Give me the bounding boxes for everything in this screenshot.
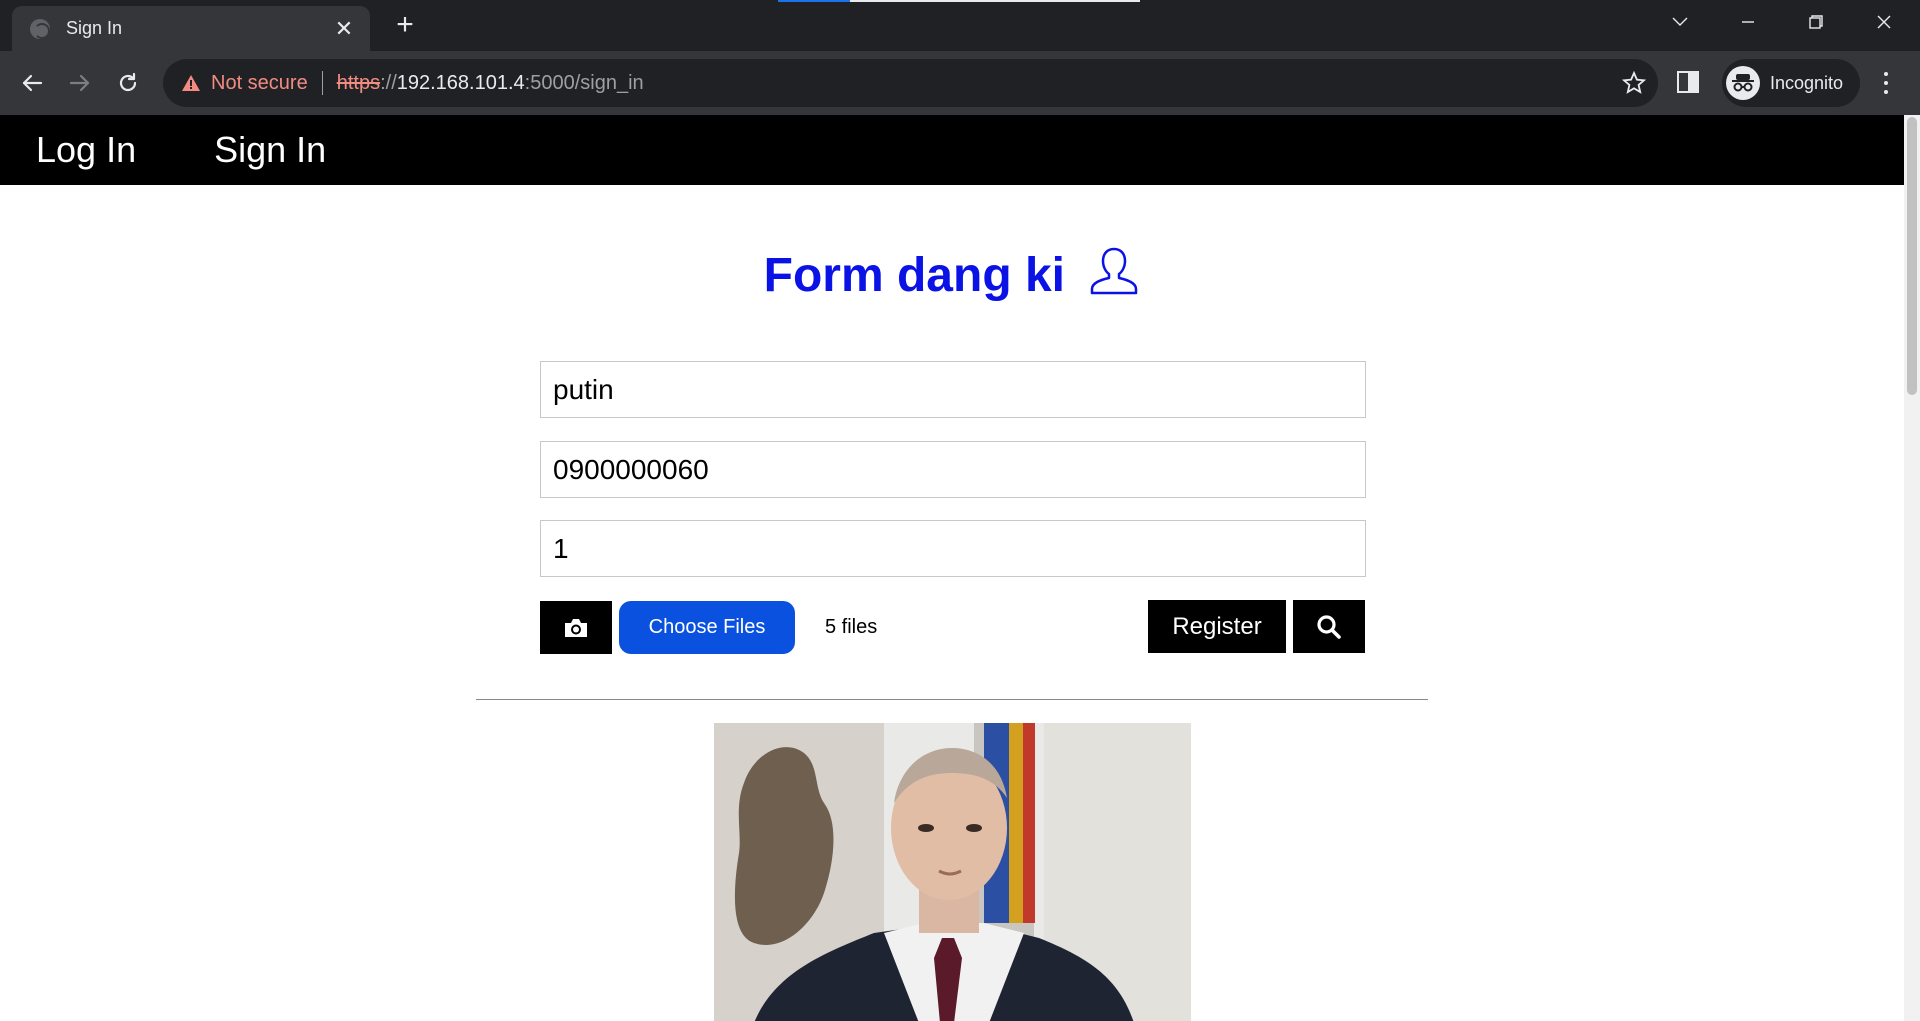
minimize-button[interactable]	[1714, 0, 1782, 44]
nav-signin-link[interactable]: Sign In	[178, 115, 362, 185]
reload-button[interactable]	[110, 65, 146, 101]
section-divider	[476, 699, 1428, 700]
page-scrollbar[interactable]	[1904, 115, 1920, 1021]
forward-button[interactable]	[62, 65, 98, 101]
profile-label: Incognito	[1770, 72, 1844, 93]
omnibox-divider	[321, 71, 323, 95]
security-status[interactable]: Not secure	[211, 72, 308, 95]
incognito-icon	[1726, 66, 1760, 100]
warning-icon	[182, 75, 200, 91]
search-button[interactable]	[1293, 600, 1365, 653]
reload-icon	[119, 72, 137, 92]
menu-dot	[1884, 90, 1888, 95]
form-title: Form dang ki	[763, 249, 1065, 302]
camera-icon	[565, 618, 587, 637]
new-tab-button[interactable]: +	[390, 10, 420, 40]
side-panel-icon	[1677, 71, 1699, 93]
browser-tab[interactable]: Sign In ✕	[12, 6, 370, 51]
uploaded-photo	[714, 723, 1191, 1021]
menu-dot	[1884, 80, 1888, 85]
url-host: 192.168.101.4	[396, 71, 525, 94]
browser-menu-button[interactable]	[1874, 69, 1898, 97]
page-title: Form dang ki	[0, 245, 1904, 303]
arrow-right-icon	[69, 74, 90, 92]
tab-title: Sign In	[66, 18, 123, 38]
tab-strip: Sign In ✕ +	[0, 0, 1920, 51]
loading-progress-bar	[778, 0, 1140, 2]
camera-button[interactable]	[540, 601, 612, 654]
browser-chrome: Sign In ✕ + Not secure https://192.168.1…	[0, 0, 1920, 115]
tab-search-button[interactable]	[1646, 0, 1714, 44]
page-viewport: Log In Sign In Form dang ki Choose Files…	[0, 115, 1920, 1021]
nav-login-link[interactable]: Log In	[0, 115, 172, 185]
url-text: https://192.168.101.4:5000/sign_in	[337, 72, 644, 95]
scrollbar-thumb[interactable]	[1907, 117, 1917, 395]
address-bar[interactable]: Not secure https://192.168.101.4:5000/si…	[163, 59, 1658, 107]
profile-button[interactable]: Incognito	[1722, 59, 1860, 107]
portrait-image	[714, 723, 1191, 1021]
site-navbar: Log In Sign In	[0, 115, 1904, 185]
arrow-left-icon	[22, 74, 43, 92]
choose-files-button[interactable]: Choose Files	[619, 601, 795, 654]
restore-button[interactable]	[1782, 0, 1850, 44]
menu-dot	[1884, 71, 1888, 76]
files-status: 5 files	[825, 616, 878, 638]
url-separator: ://	[380, 71, 397, 94]
star-icon	[1621, 70, 1647, 94]
search-icon	[1317, 614, 1341, 639]
side-panel-button[interactable]	[1676, 69, 1700, 100]
restore-icon	[1809, 15, 1823, 29]
back-button[interactable]	[14, 65, 50, 101]
minimize-icon	[1742, 21, 1754, 23]
phone-input[interactable]	[540, 441, 1366, 498]
user-icon	[1091, 247, 1138, 295]
id-input[interactable]	[540, 520, 1366, 577]
bookmark-star-button[interactable]	[1621, 70, 1647, 100]
chevron-down-icon	[1672, 17, 1688, 26]
close-icon	[1877, 15, 1891, 29]
register-button[interactable]: Register	[1148, 600, 1286, 653]
browser-toolbar: Not secure https://192.168.101.4:5000/si…	[0, 51, 1920, 115]
globe-icon	[30, 18, 50, 39]
tab-close-button[interactable]: ✕	[332, 16, 356, 42]
name-input[interactable]	[540, 361, 1366, 418]
url-scheme: https	[336, 71, 381, 94]
close-window-button[interactable]	[1850, 0, 1918, 44]
url-path: :5000/sign_in	[524, 71, 644, 94]
